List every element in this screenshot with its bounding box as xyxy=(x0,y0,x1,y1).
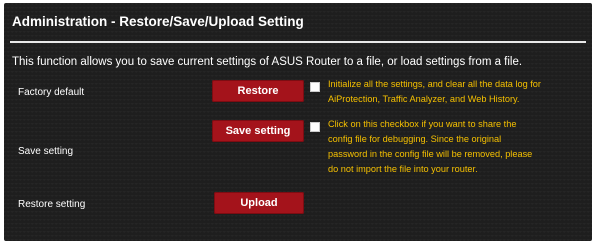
save-setting-note-line: Click on this checkbox if you want to sh… xyxy=(328,119,517,129)
save-setting-note-line: config file for debugging. Since the ori… xyxy=(328,134,502,144)
restore-button[interactable]: Restore xyxy=(212,80,304,102)
factory-default-checkbox[interactable] xyxy=(310,82,320,92)
title-divider xyxy=(10,41,586,43)
save-setting-button[interactable]: Save setting xyxy=(212,120,304,142)
save-setting-label: Save setting xyxy=(18,146,74,157)
factory-default-note: Initialize all the settings, and clear a… xyxy=(328,77,548,107)
upload-button[interactable]: Upload xyxy=(214,192,304,214)
factory-default-label: Factory default xyxy=(18,87,85,98)
save-setting-note-line: do not import the file into your router. xyxy=(328,164,478,174)
settings-panel: Administration - Restore/Save/Upload Set… xyxy=(4,3,592,241)
factory-default-note-line: AiProtection, Traffic Analyzer, and Web … xyxy=(328,94,520,104)
save-setting-note-line: password in the config file will be remo… xyxy=(328,149,533,159)
page-description: This function allows you to save current… xyxy=(12,56,523,68)
save-setting-note: Click on this checkbox if you want to sh… xyxy=(328,117,548,177)
restore-setting-label: Restore setting xyxy=(18,199,86,210)
share-config-checkbox[interactable] xyxy=(310,122,320,132)
page-title: Administration - Restore/Save/Upload Set… xyxy=(12,14,304,29)
factory-default-note-line: Initialize all the settings, and clear a… xyxy=(328,79,541,89)
